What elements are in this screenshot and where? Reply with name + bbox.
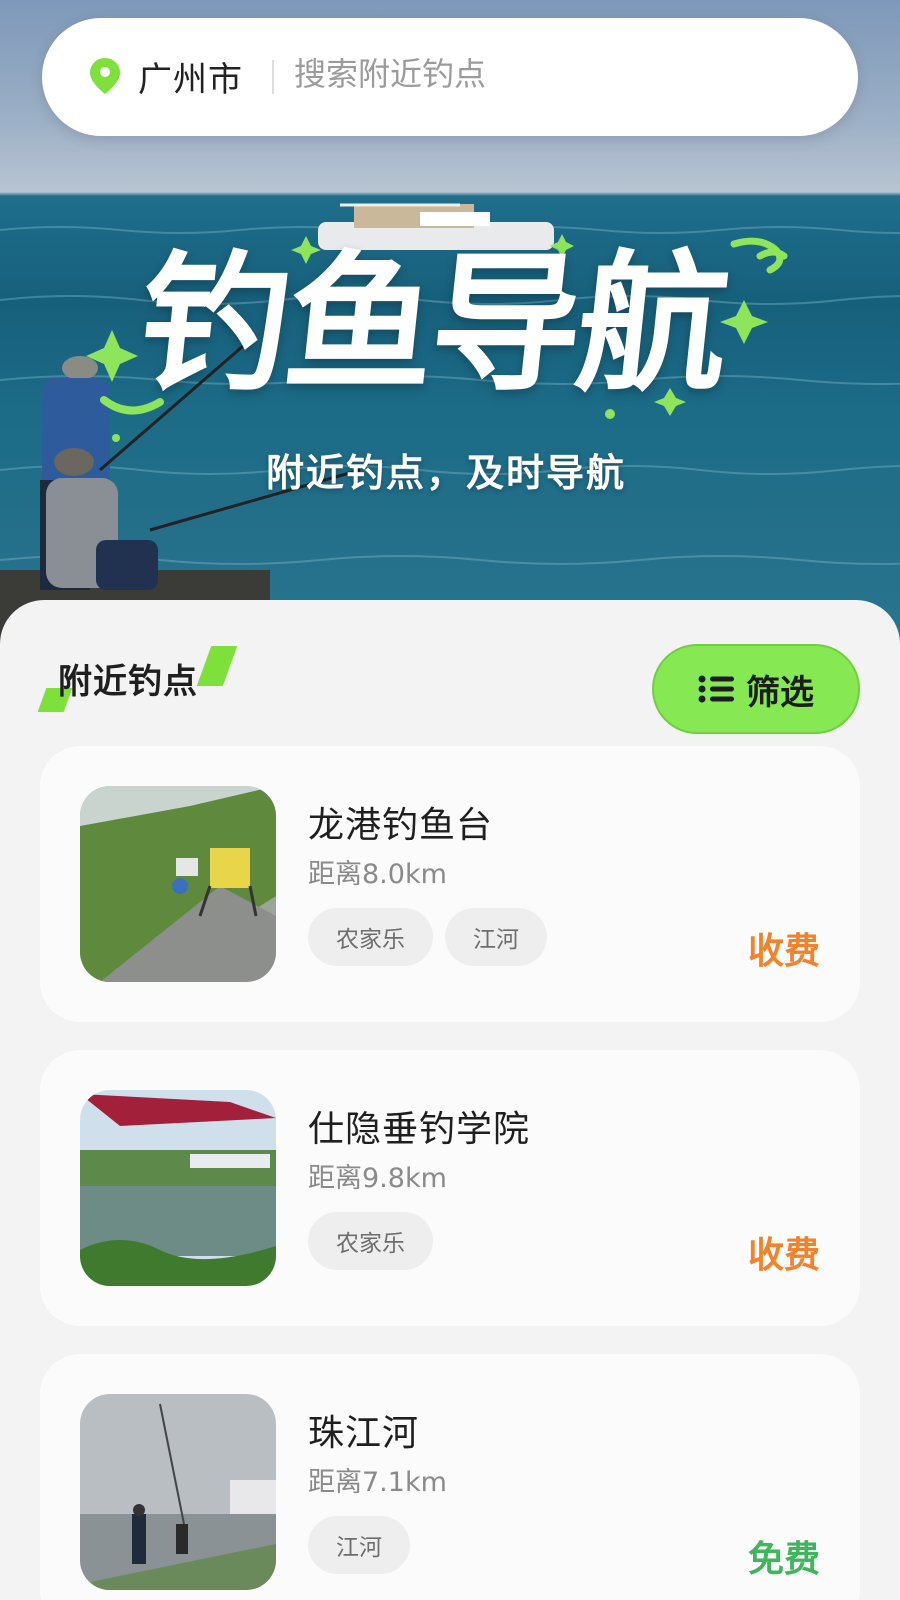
spot-tag: 江河 [308, 1516, 410, 1574]
spot-tags: 农家乐 [308, 1212, 433, 1270]
spot-distance: 距离9.8km [308, 1163, 447, 1194]
spot-thumbnail [80, 786, 276, 982]
spot-tag: 农家乐 [308, 908, 433, 966]
spot-thumbnail [80, 1090, 276, 1286]
spot-card[interactable]: 仕隐垂钓学院 距离9.8km 农家乐 收费 [40, 1050, 860, 1326]
filter-button[interactable]: 筛选 [652, 644, 860, 734]
spot-thumbnail [80, 1394, 276, 1590]
nearby-spots-sheet: 附近钓点 筛选 龙港钓鱼台 距离8.0km 农家乐 江河 收费 仕隐垂钓学院 距… [0, 600, 900, 1600]
spot-distance: 距离7.1km [308, 1467, 447, 1498]
spot-name: 龙港钓鱼台 [308, 805, 494, 846]
spot-price: 收费 [747, 931, 820, 972]
hero-subtitle: 附近钓点，及时导航 [266, 451, 627, 495]
spot-card[interactable]: 珠江河 距离7.1km 江河 免费 [40, 1354, 860, 1600]
spot-card[interactable]: 龙港钓鱼台 距离8.0km 农家乐 江河 收费 [40, 746, 860, 1022]
filter-label: 筛选 [746, 672, 814, 713]
city-selector[interactable]: 广州市 [138, 52, 243, 101]
spot-tag: 农家乐 [308, 1212, 433, 1270]
spot-name: 仕隐垂钓学院 [308, 1109, 531, 1150]
title-accent-right [196, 646, 238, 686]
spot-tags: 江河 [308, 1516, 410, 1574]
spot-distance: 距离8.0km [308, 859, 447, 890]
location-pin-icon[interactable] [88, 56, 122, 96]
spot-name: 珠江河 [308, 1413, 420, 1454]
spot-price: 收费 [747, 1235, 820, 1276]
spot-price: 免费 [747, 1539, 820, 1580]
hero-title: 钓鱼导航 [130, 238, 734, 412]
section-title-block: 附近钓点 [37, 644, 240, 714]
hero-banner: 广州市 钓鱼导航 附近钓点，及时导航 [0, 0, 900, 660]
spot-tag: 江河 [445, 908, 547, 966]
list-icon [698, 675, 734, 703]
search-input[interactable] [294, 42, 814, 106]
search-divider [272, 60, 274, 94]
section-header: 附近钓点 筛选 [37, 644, 860, 734]
section-title: 附近钓点 [58, 662, 198, 702]
spot-tags: 农家乐 江河 [308, 908, 547, 966]
